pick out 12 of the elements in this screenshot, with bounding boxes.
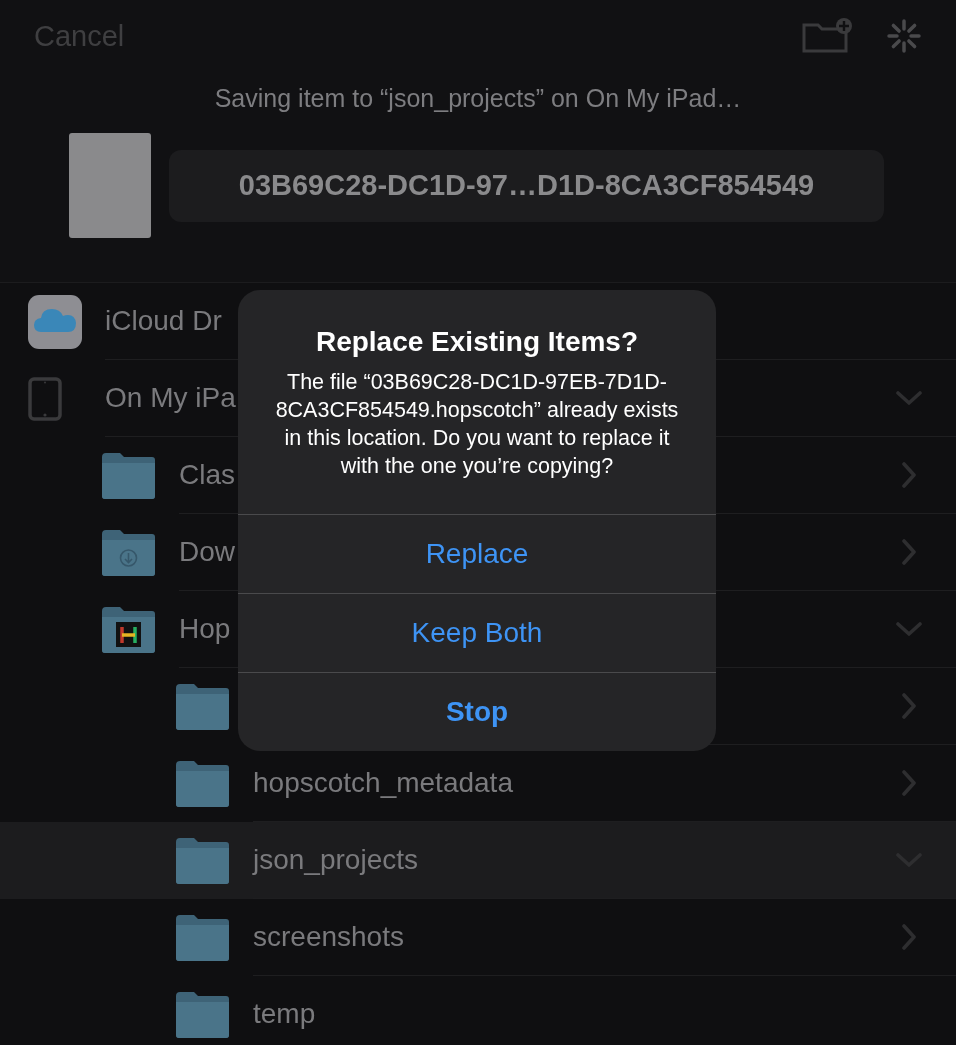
folder-name: On My iPa [105,382,236,414]
folder-name: Clas [179,459,235,491]
folder-name: screenshots [253,921,404,953]
folder-name: hopscotch_metadata [253,767,513,799]
folder-name: json_projects [253,844,418,876]
saving-status-text: Saving item to “json_projects” on On My iPad… [213,84,743,113]
folder-name: iCloud Dr [105,305,222,337]
alert-message: The file “03B69C28-DC1D-97EB-7D1D-8CA3CF854549.hopscotch” already exists in this location. Do you want to replace it with the one you’re copying? [274,369,680,480]
folder-name: Dow [179,536,235,568]
folder-name: temp [253,998,316,1030]
alert-title: Replace Existing Items? [314,326,640,358]
folder-name: Hop [179,613,231,645]
